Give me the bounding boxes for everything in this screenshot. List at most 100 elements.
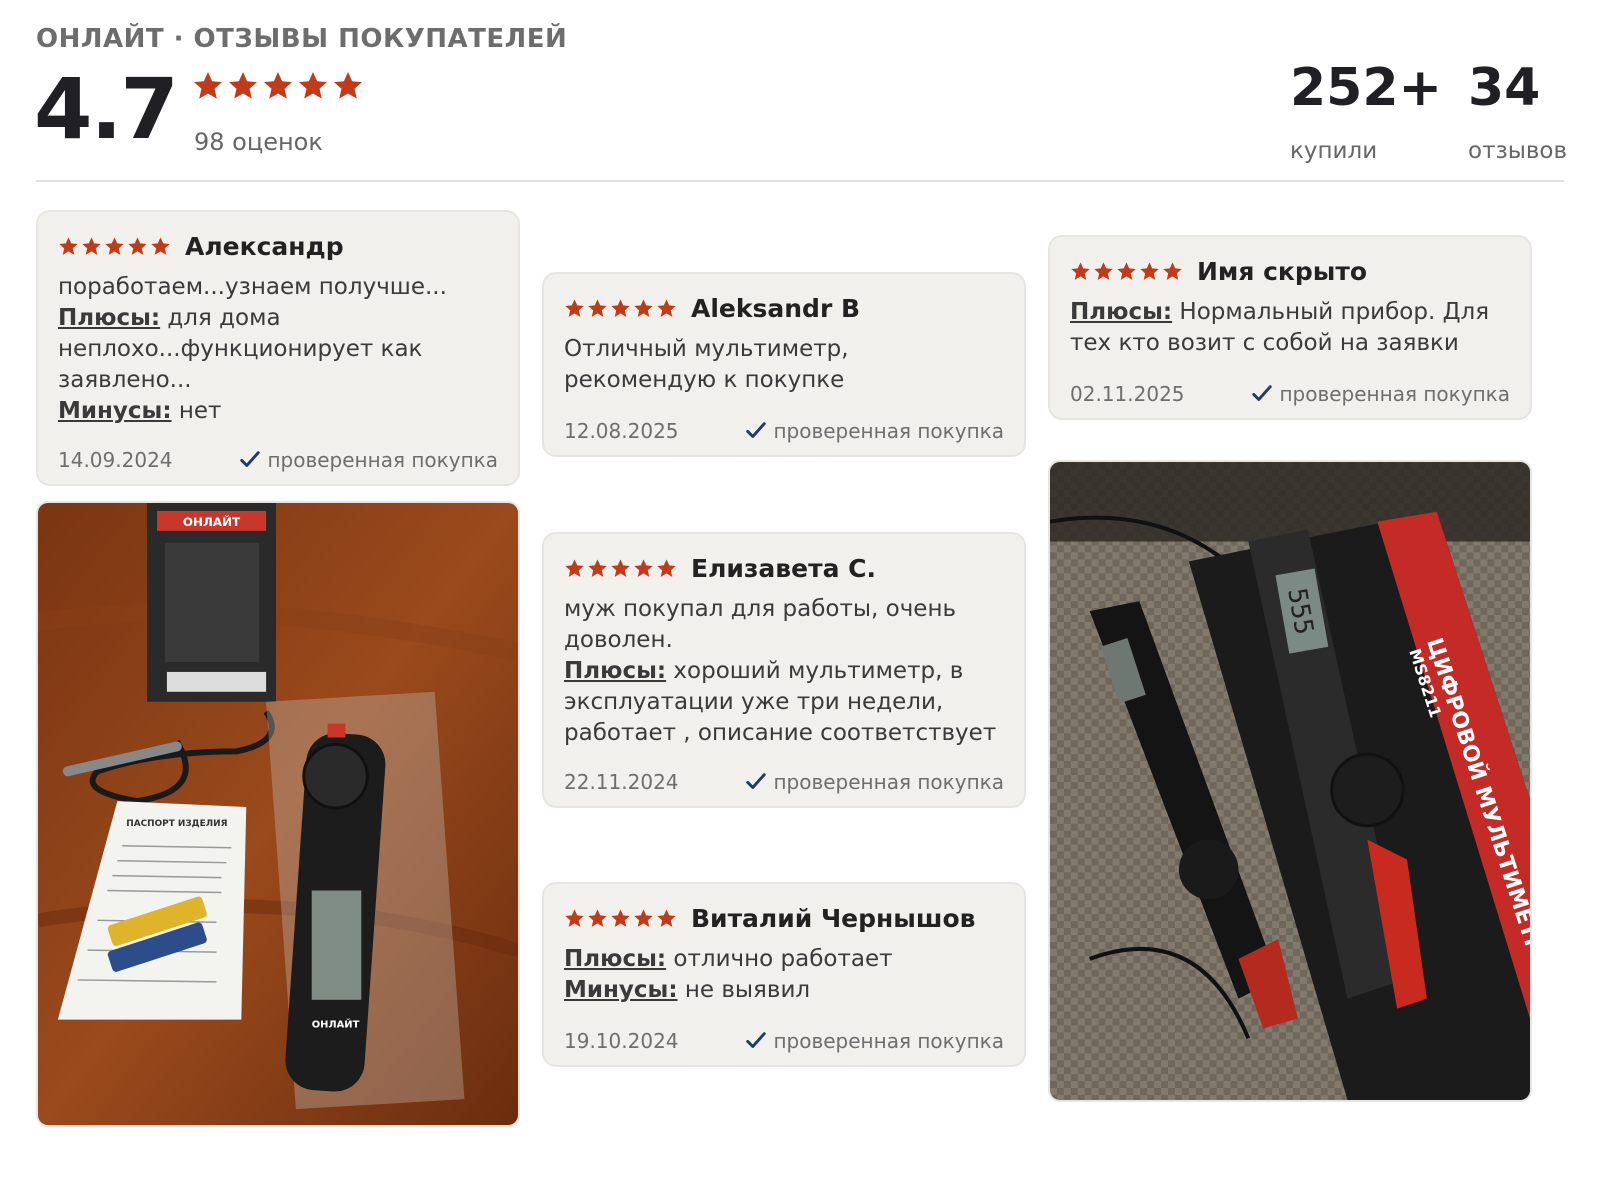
review-photo-right[interactable]: ЦИФРОВОЙ МУЛЬТИМЕТР MS8211 555 bbox=[1048, 460, 1532, 1102]
cons-label: Минусы: bbox=[58, 398, 172, 424]
review-text: Отличный мультиметр, рекомендую к покупк… bbox=[564, 336, 849, 393]
stat-reviews: 34 отзывов bbox=[1468, 62, 1567, 164]
review-card[interactable]: Имя скрыто Плюсы: Нормальный прибор. Для… bbox=[1048, 235, 1532, 420]
star-icon bbox=[127, 236, 148, 257]
stat-reviews-label: отзывов bbox=[1468, 138, 1568, 164]
review-stars bbox=[1070, 261, 1183, 282]
review-body: Отличный мультиметр, рекомендую к покупк… bbox=[564, 334, 1004, 396]
check-icon bbox=[745, 771, 767, 793]
review-body: Плюсы: отлично работает Минусы: не выяви… bbox=[564, 944, 1004, 1006]
cons-text: нет bbox=[178, 398, 222, 424]
star-icon bbox=[610, 558, 631, 579]
verified-badge: проверенная покупка bbox=[239, 448, 498, 472]
cons-label: Минусы: bbox=[564, 977, 678, 1003]
pros-label: Плюсы: bbox=[58, 305, 161, 331]
review-author: Елизавета С. bbox=[691, 553, 876, 583]
average-rating: 4.7 bbox=[34, 60, 179, 158]
stat-bought-value: 252+ bbox=[1290, 58, 1443, 118]
pros-label: Плюсы: bbox=[564, 658, 667, 684]
star-icon bbox=[1139, 261, 1160, 282]
star-icon bbox=[564, 558, 585, 579]
star-icon bbox=[656, 298, 677, 319]
star-icon bbox=[1093, 261, 1114, 282]
verified-badge: проверенная покупка bbox=[745, 419, 1004, 443]
review-card[interactable]: Александр поработаем...узнаем получше...… bbox=[36, 210, 520, 486]
star-icon bbox=[262, 70, 294, 102]
star-icon bbox=[81, 236, 102, 257]
review-author: Aleksandr B bbox=[691, 293, 861, 323]
device-brand: ОНЛАЙТ bbox=[312, 1018, 360, 1031]
review-date: 19.10.2024 bbox=[564, 1029, 679, 1053]
review-text: поработаем...узнаем получше... bbox=[58, 274, 447, 300]
verified-badge: проверенная покупка bbox=[745, 1029, 1004, 1053]
review-photo-right-image: ЦИФРОВОЙ МУЛЬТИМЕТР MS8211 555 bbox=[1050, 462, 1530, 1100]
star-icon bbox=[192, 70, 224, 102]
review-photo-left-image: ОНЛАЙТ ПАСПОРТ ИЗДЕЛИЯ ОНЛАЙТ bbox=[38, 503, 518, 1125]
verified-badge: проверенная покупка bbox=[745, 770, 1004, 794]
cons-text: не выявил bbox=[684, 977, 811, 1003]
check-icon bbox=[239, 449, 261, 471]
review-text: муж покупал для работы, очень доволен. bbox=[564, 596, 957, 653]
review-body: поработаем...узнаем получше... Плюсы: дл… bbox=[58, 272, 498, 427]
average-rating-stars bbox=[192, 70, 364, 102]
review-stars bbox=[564, 558, 677, 579]
star-icon bbox=[332, 70, 364, 102]
box-brand: ОНЛАЙТ bbox=[183, 514, 241, 529]
star-icon bbox=[104, 236, 125, 257]
verified-label: проверенная покупка bbox=[773, 1029, 1004, 1053]
star-icon bbox=[633, 298, 654, 319]
star-icon bbox=[633, 908, 654, 929]
star-icon bbox=[564, 298, 585, 319]
page-eyebrow: ОНЛАЙТ · ОТЗЫВЫ ПОКУПАТЕЛЕЙ bbox=[36, 24, 568, 54]
pros-text: отлично работает bbox=[673, 946, 893, 972]
review-author: Виталий Чернышов bbox=[691, 903, 976, 933]
star-icon bbox=[587, 298, 608, 319]
check-icon bbox=[745, 420, 767, 442]
star-icon bbox=[58, 236, 79, 257]
review-stars bbox=[58, 236, 171, 257]
star-icon bbox=[610, 298, 631, 319]
review-card[interactable]: Елизавета С. муж покупал для работы, оче… bbox=[542, 532, 1026, 808]
star-icon bbox=[587, 558, 608, 579]
star-icon bbox=[564, 908, 585, 929]
review-author: Имя скрыто bbox=[1197, 256, 1368, 286]
star-icon bbox=[1070, 261, 1091, 282]
check-icon bbox=[745, 1030, 767, 1052]
stat-bought-label: купили bbox=[1290, 138, 1378, 164]
star-icon bbox=[610, 908, 631, 929]
stat-bought: 252+ купили bbox=[1290, 62, 1442, 164]
review-date: 22.11.2024 bbox=[564, 770, 679, 794]
review-date: 12.08.2025 bbox=[564, 419, 679, 443]
star-icon bbox=[587, 908, 608, 929]
rating-count: 98 оценок bbox=[194, 128, 323, 156]
star-icon bbox=[297, 70, 329, 102]
review-body: муж покупал для работы, очень доволен. П… bbox=[564, 594, 1004, 749]
star-icon bbox=[227, 70, 259, 102]
check-icon bbox=[1251, 383, 1273, 405]
star-icon bbox=[656, 558, 677, 579]
star-icon bbox=[150, 236, 171, 257]
verified-label: проверенная покупка bbox=[267, 448, 498, 472]
stat-reviews-value: 34 bbox=[1468, 58, 1541, 118]
review-author: Александр bbox=[185, 231, 344, 261]
header-divider bbox=[36, 180, 1564, 182]
review-stars bbox=[564, 908, 677, 929]
verified-label: проверенная покупка bbox=[1279, 382, 1510, 406]
star-icon bbox=[1162, 261, 1183, 282]
review-stars bbox=[564, 298, 677, 319]
pros-label: Плюсы: bbox=[1070, 299, 1173, 325]
review-date: 14.09.2024 bbox=[58, 448, 173, 472]
review-body: Плюсы: Нормальный прибор. Для тех кто во… bbox=[1070, 297, 1510, 359]
star-icon bbox=[633, 558, 654, 579]
pros-label: Плюсы: bbox=[564, 946, 667, 972]
manual-title: ПАСПОРТ ИЗДЕЛИЯ bbox=[126, 819, 227, 829]
star-icon bbox=[656, 908, 677, 929]
review-date: 02.11.2025 bbox=[1070, 382, 1185, 406]
star-icon bbox=[1116, 261, 1137, 282]
review-card[interactable]: Виталий Чернышов Плюсы: отлично работает… bbox=[542, 882, 1026, 1067]
review-photo-left[interactable]: ОНЛАЙТ ПАСПОРТ ИЗДЕЛИЯ ОНЛАЙТ bbox=[36, 501, 520, 1127]
verified-label: проверенная покупка bbox=[773, 419, 1004, 443]
verified-badge: проверенная покупка bbox=[1251, 382, 1510, 406]
verified-label: проверенная покупка bbox=[773, 770, 1004, 794]
review-card[interactable]: Aleksandr B Отличный мультиметр, рекомен… bbox=[542, 272, 1026, 457]
